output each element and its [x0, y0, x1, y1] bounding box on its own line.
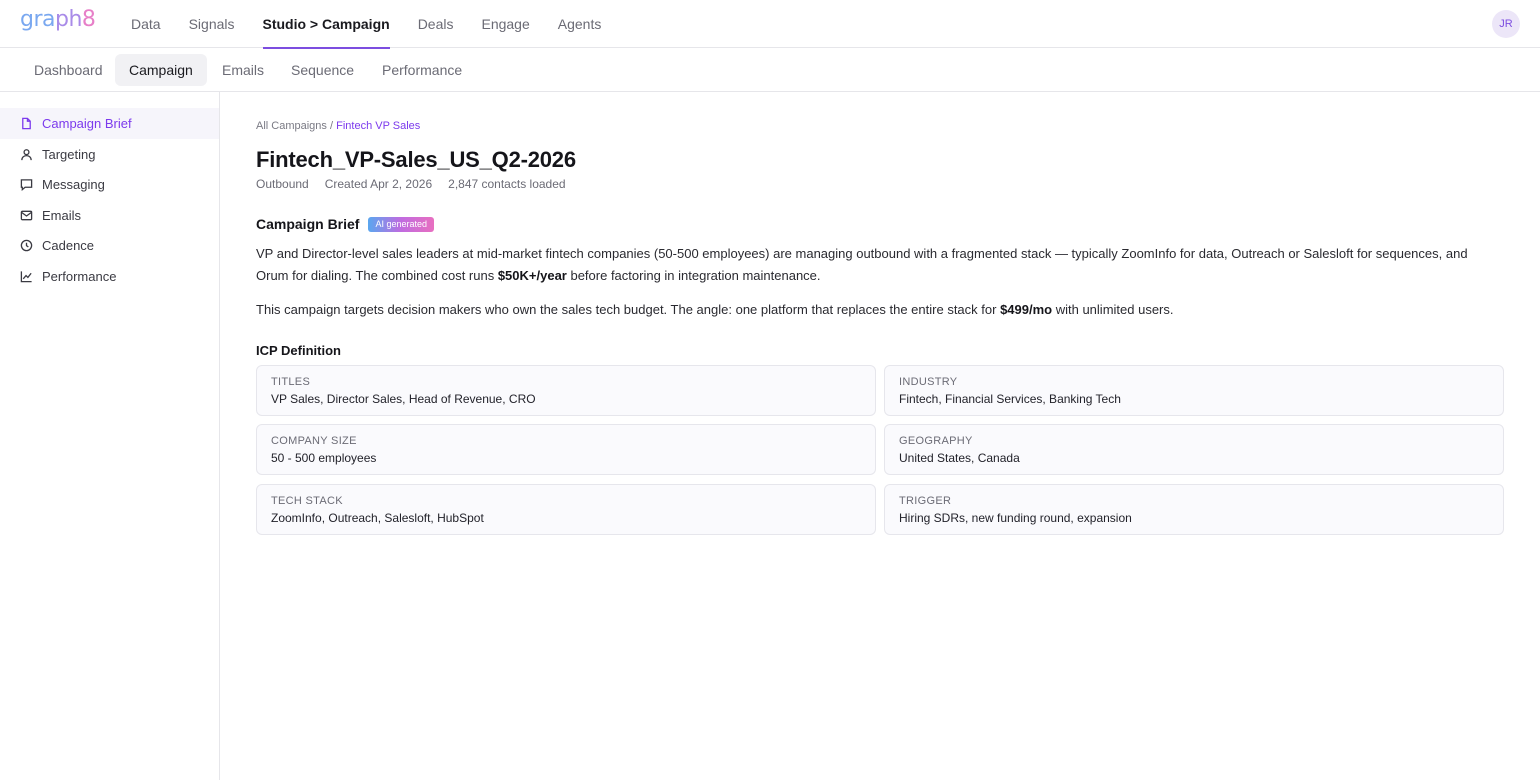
- tab-campaign[interactable]: Campaign: [115, 54, 207, 86]
- brief-text: VP and Director-level sales leaders at m…: [256, 246, 1468, 283]
- sidebar-item-label: Messaging: [42, 177, 105, 192]
- campaign-created: Created Apr 2, 2026: [324, 177, 433, 191]
- nav-item-deals[interactable]: Deals: [418, 0, 454, 48]
- mail-icon: [20, 210, 33, 221]
- icp-card-value: Fintech, Financial Services, Banking Tec…: [899, 392, 1121, 406]
- icp-card-trigger: Trigger Hiring SDRs, new funding round, …: [884, 484, 1504, 535]
- breadcrumb: All Campaigns / Fintech VP Sales: [256, 120, 420, 132]
- brief-text: with unlimited users.: [1052, 302, 1174, 317]
- icp-card-tech-stack: Tech Stack ZoomInfo, Outreach, Salesloft…: [256, 484, 876, 535]
- icp-card-label: Trigger: [899, 495, 952, 507]
- icp-card-label: Tech Stack: [271, 495, 343, 507]
- sidebar-item-label: Emails: [42, 208, 82, 223]
- campaign-type: Outbound: [256, 177, 309, 191]
- sidebar-item-targeting[interactable]: Targeting: [0, 139, 219, 170]
- brief-highlight: $50K+/year: [497, 268, 567, 283]
- main-nav: Data Signals Studio > Campaign Deals Eng…: [131, 0, 629, 49]
- clock-icon: [20, 239, 33, 252]
- sidebar-item-messaging[interactable]: Messaging: [0, 169, 219, 200]
- nav-item-data[interactable]: Data: [131, 0, 161, 48]
- icp-card-company-size: Company Size 50 - 500 employees: [256, 424, 876, 475]
- icp-heading: ICP Definition: [256, 343, 341, 358]
- tab-performance[interactable]: Performance: [368, 54, 476, 86]
- breadcrumb-separator: /: [329, 120, 334, 132]
- chart-icon: [20, 271, 32, 283]
- sidebar-item-cadence[interactable]: Cadence: [0, 230, 219, 261]
- nav-item-signals[interactable]: Signals: [189, 0, 235, 48]
- icp-card-label: Geography: [899, 435, 973, 447]
- icp-card-label: Company Size: [271, 435, 357, 447]
- sidebar-item-campaign-brief[interactable]: Campaign Brief: [0, 108, 219, 139]
- sidebar-item-label: Cadence: [42, 238, 95, 253]
- brief-text: This campaign targets decision makers wh…: [256, 302, 1001, 317]
- tab-sequence[interactable]: Sequence: [277, 54, 368, 86]
- campaign-sidebar: Campaign Brief Targeting Messaging Email…: [0, 92, 220, 780]
- brief-text: before factoring in integration maintena…: [566, 268, 821, 283]
- sidebar-item-emails[interactable]: Emails: [0, 200, 219, 231]
- icp-card-value: VP Sales, Director Sales, Head of Revenu…: [271, 392, 536, 406]
- brief-heading: Campaign Brief: [256, 216, 360, 232]
- user-avatar[interactable]: JR: [1492, 10, 1520, 38]
- nav-item-engage[interactable]: Engage: [481, 0, 529, 48]
- ai-generated-badge: AI generated: [368, 216, 435, 232]
- icp-card-value: 50 - 500 employees: [271, 451, 377, 465]
- brief-highlight: $499/mo: [1000, 302, 1053, 317]
- person-icon: [21, 149, 32, 161]
- icp-card-label: Titles: [271, 376, 311, 388]
- icp-card-geography: Geography United States, Canada: [884, 424, 1504, 475]
- breadcrumb-current: Fintech VP Sales: [336, 120, 421, 132]
- chat-icon: [20, 179, 33, 191]
- brief-heading-row: Campaign Brief AI generated: [256, 216, 435, 232]
- nav-item-agents[interactable]: Agents: [558, 0, 602, 48]
- sidebar-item-label: Targeting: [42, 147, 96, 162]
- icp-card-titles: Titles VP Sales, Director Sales, Head of…: [256, 365, 876, 416]
- sidebar-item-performance[interactable]: Performance: [0, 261, 219, 292]
- brief-paragraph-2: This campaign targets decision makers wh…: [256, 299, 1496, 321]
- brief-paragraph-1: VP and Director-level sales leaders at m…: [256, 243, 1496, 287]
- graph8-logo[interactable]: graph8: [20, 7, 96, 32]
- campaign-subtabs: Dashboard Campaign Emails Sequence Perfo…: [0, 48, 1540, 92]
- sidebar-item-label: Campaign Brief: [42, 116, 132, 131]
- sidebar-item-label: Performance: [42, 269, 117, 284]
- icp-card-label: Industry: [899, 376, 958, 388]
- campaign-meta: Outbound Created Apr 2, 2026 2,847 conta…: [256, 177, 582, 191]
- icp-card-value: United States, Canada: [899, 451, 1020, 465]
- icp-card-industry: Industry Fintech, Financial Services, Ba…: [884, 365, 1504, 416]
- tab-dashboard[interactable]: Dashboard: [20, 54, 117, 86]
- breadcrumb-root[interactable]: All Campaigns: [256, 120, 327, 132]
- tab-emails[interactable]: Emails: [208, 54, 278, 86]
- nav-item-studio-campaign[interactable]: Studio > Campaign: [262, 0, 390, 49]
- contacts-count: 2,847 contacts loaded: [448, 177, 566, 191]
- document-icon: [22, 117, 31, 130]
- icp-card-value: ZoomInfo, Outreach, Salesloft, HubSpot: [271, 511, 484, 525]
- page-title: Fintech_VP-Sales_US_Q2-2026: [256, 147, 576, 172]
- top-navbar: graph8 Data Signals Studio > Campaign De…: [0, 0, 1540, 49]
- icp-card-value: Hiring SDRs, new funding round, expansio…: [899, 511, 1132, 525]
